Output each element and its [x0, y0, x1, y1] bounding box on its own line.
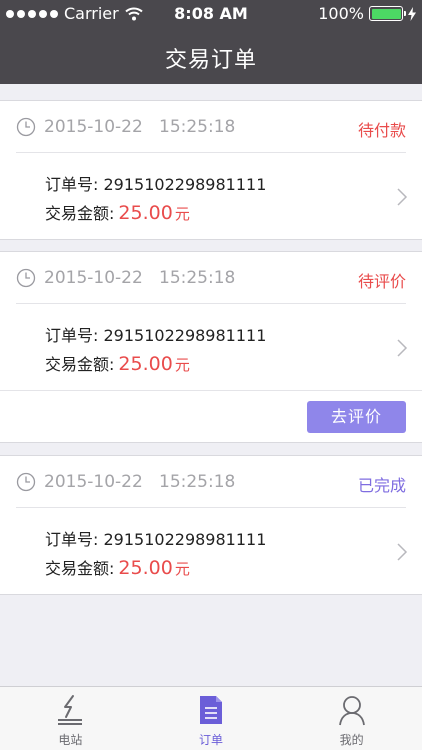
currency-unit: 元	[174, 356, 190, 374]
tab-power-station[interactable]: 电站	[0, 687, 141, 750]
order-actions: 去评价	[0, 390, 422, 442]
order-details[interactable]: 订单号: 2915102298981111 交易金额: 25.00 元	[0, 304, 422, 390]
order-amount: 25.00	[118, 557, 173, 579]
order-number-label: 订单号:	[45, 530, 99, 549]
order-status: 待付款	[357, 121, 406, 140]
clock-icon	[16, 472, 36, 492]
status-bar: Carrier 8:08 AM 100%	[0, 0, 422, 28]
tab-bar: 电站 订单 我的	[0, 686, 422, 750]
clock-icon	[16, 117, 36, 137]
tab-label: 电站	[58, 733, 83, 747]
order-number-label: 订单号:	[45, 175, 99, 194]
header: Carrier 8:08 AM 100% 交易订单	[0, 0, 422, 84]
page-title: 交易订单	[164, 48, 257, 73]
order-number-row: 订单号: 2915102298981111	[45, 171, 266, 195]
order-amount-row: 交易金额: 25.00 元	[45, 555, 190, 579]
order-card[interactable]: 2015-10-22 15:25:18 待付款 订单号: 29151022989…	[0, 100, 422, 240]
tab-label: 我的	[339, 733, 364, 747]
tab-label: 订单	[199, 733, 224, 747]
amount-label: 交易金额:	[45, 559, 115, 578]
amount-label: 交易金额:	[45, 204, 115, 223]
order-time: 2015-10-22 15:25:18	[44, 472, 236, 492]
order-details[interactable]: 订单号: 2915102298981111 交易金额: 25.00 元	[0, 508, 422, 594]
currency-unit: 元	[174, 560, 190, 578]
chevron-right-icon[interactable]	[396, 542, 408, 562]
battery-percent: 100%	[318, 4, 364, 23]
user-profile-icon	[338, 696, 365, 726]
chevron-right-icon[interactable]	[396, 338, 408, 358]
tab-profile[interactable]: 我的	[281, 687, 422, 750]
charging-icon	[408, 6, 416, 21]
order-number-label: 订单号:	[45, 326, 99, 345]
order-status: 待评价	[357, 272, 406, 291]
review-button[interactable]: 去评价	[307, 401, 406, 433]
tab-orders[interactable]: 订单	[141, 687, 282, 750]
order-details[interactable]: 订单号: 2915102298981111 交易金额: 25.00 元	[0, 153, 422, 239]
order-number: 2915102298981111	[103, 530, 267, 549]
order-amount-row: 交易金额: 25.00 元	[45, 351, 190, 375]
order-time: 2015-10-22 15:25:18	[44, 117, 236, 137]
order-number: 2915102298981111	[103, 326, 267, 345]
order-number: 2915102298981111	[103, 175, 267, 194]
currency-unit: 元	[174, 205, 190, 223]
order-number-row: 订单号: 2915102298981111	[45, 322, 266, 346]
chevron-right-icon[interactable]	[396, 187, 408, 207]
power-station-icon	[58, 695, 83, 725]
order-header: 2015-10-22 15:25:18 待付款	[16, 101, 406, 153]
clock-icon	[16, 268, 36, 288]
order-card[interactable]: 2015-10-22 15:25:18 已完成 订单号: 29151022989…	[0, 455, 422, 595]
battery-info: 100%	[318, 4, 416, 23]
battery-icon	[369, 6, 406, 21]
order-number-row: 订单号: 2915102298981111	[45, 526, 266, 550]
order-header: 2015-10-22 15:25:18 待评价	[16, 252, 406, 304]
amount-label: 交易金额:	[45, 355, 115, 374]
order-time: 2015-10-22 15:25:18	[44, 268, 236, 288]
order-amount-row: 交易金额: 25.00 元	[45, 200, 190, 224]
order-amount: 25.00	[118, 202, 173, 224]
order-document-icon	[200, 696, 222, 724]
order-header: 2015-10-22 15:25:18 已完成	[16, 456, 406, 508]
order-amount: 25.00	[118, 353, 173, 375]
order-status: 已完成	[357, 476, 406, 495]
order-card[interactable]: 2015-10-22 15:25:18 待评价 订单号: 29151022989…	[0, 251, 422, 443]
